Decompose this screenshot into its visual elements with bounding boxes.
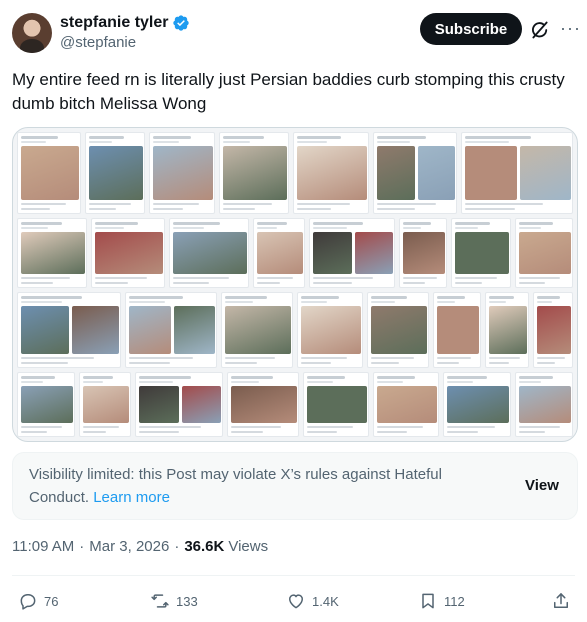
meta-separator: · — [79, 538, 85, 555]
collage-tile — [451, 218, 511, 288]
verified-badge-icon — [173, 15, 190, 31]
repost-button[interactable]: 133 — [150, 588, 198, 614]
view-button[interactable]: View — [525, 477, 559, 494]
like-button[interactable]: 1.4K — [286, 588, 339, 614]
post-meta: 11:09 AM · Mar 3, 2026 · 36.6K Views — [12, 538, 268, 555]
collage-tile — [85, 132, 145, 214]
collage-tile — [293, 132, 369, 214]
collage-tile — [17, 218, 87, 288]
visibility-notice: Visibility limited: this Post may violat… — [12, 452, 578, 520]
media-collage[interactable] — [12, 127, 578, 442]
collage-tile — [227, 372, 299, 437]
collage-tile — [17, 132, 81, 214]
collage-tile — [297, 292, 363, 368]
collage-tile — [373, 132, 457, 214]
more-icon[interactable]: ··· — [560, 18, 581, 39]
collage-tile — [373, 372, 439, 437]
collage-tile — [399, 218, 447, 288]
collage-tile — [253, 218, 305, 288]
notice-message: Visibility limited: this Post may violat… — [29, 466, 442, 506]
collage-tile — [515, 372, 573, 437]
reply-icon — [20, 594, 36, 610]
display-name[interactable]: stepfanie tyler — [60, 14, 168, 32]
subscribe-button[interactable]: Subscribe — [420, 13, 522, 45]
collage-tile — [367, 292, 429, 368]
collage-tile — [309, 218, 395, 288]
collage-tile — [221, 292, 293, 368]
share-button[interactable] — [551, 588, 577, 614]
collage-image — [17, 132, 573, 437]
tweet-text: My entire feed rn is literally just Pers… — [12, 70, 565, 113]
collage-tile — [149, 132, 215, 214]
collage-tile — [433, 292, 481, 368]
reply-count: 76 — [44, 593, 59, 609]
collage-tile — [135, 372, 223, 437]
collage-tile — [91, 218, 165, 288]
repost-icon — [151, 594, 169, 608]
learn-more-link[interactable]: Learn more — [93, 489, 170, 506]
action-bar: 76 133 1.4K 112 — [0, 588, 587, 616]
collage-tile — [79, 372, 131, 437]
post-header: stepfanie tyler @stepfanie Subscribe ··· — [0, 0, 587, 60]
collage-tile — [461, 132, 573, 214]
share-icon — [554, 593, 568, 608]
collage-tile — [125, 292, 217, 368]
like-count: 1.4K — [312, 593, 339, 609]
bookmark-icon — [422, 593, 434, 609]
collage-tile — [485, 292, 529, 368]
avatar[interactable] — [12, 13, 52, 53]
meta-separator: · — [174, 538, 180, 555]
divider — [12, 575, 575, 576]
collage-tile — [303, 372, 369, 437]
views-label: Views — [228, 538, 269, 555]
bookmark-count: 112 — [444, 593, 465, 609]
author-name-row[interactable]: stepfanie tyler — [60, 12, 190, 34]
reply-button[interactable]: 76 — [18, 588, 58, 614]
post-time[interactable]: 11:09 AM — [12, 538, 74, 555]
views-count: 36.6K — [184, 538, 225, 555]
post-date[interactable]: Mar 3, 2026 — [89, 538, 169, 555]
collage-tile — [17, 292, 121, 368]
grok-icon[interactable] — [530, 20, 550, 40]
bookmark-button[interactable]: 112 — [418, 588, 465, 614]
repost-count: 133 — [176, 593, 198, 609]
collage-tile — [219, 132, 289, 214]
collage-tile — [533, 292, 573, 368]
heart-icon — [289, 594, 303, 609]
notice-text: Visibility limited: this Post may violat… — [29, 463, 479, 509]
collage-tile — [169, 218, 249, 288]
collage-tile — [515, 218, 573, 288]
collage-tile — [443, 372, 511, 437]
author-handle[interactable]: @stepfanie — [60, 34, 136, 51]
collage-tile — [17, 372, 75, 437]
